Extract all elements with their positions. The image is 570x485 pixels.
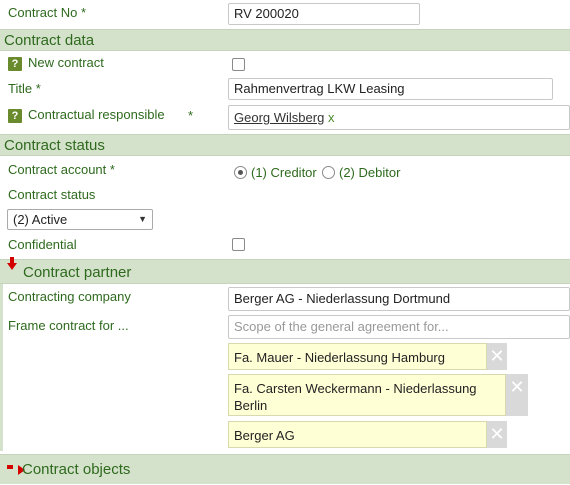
section-title: Contract data: [4, 32, 95, 49]
contract-no-label: Contract No *: [8, 5, 87, 20]
section-contract-partner[interactable]: Contract partner: [0, 257, 570, 284]
new-contract-label: ? New contract: [8, 55, 104, 71]
frame-contract-item: Fa. Carsten Weckermann - Niederlassung B…: [228, 374, 506, 416]
section-contract-objects[interactable]: Contract objects: [0, 454, 570, 484]
account-radio-creditor[interactable]: (1) Creditor: [234, 165, 317, 180]
frame-contract-label: Frame contract for ...: [8, 318, 129, 333]
section-title: Contract objects: [22, 461, 131, 478]
collapse-arrow-icon[interactable]: [7, 257, 17, 275]
section-contract-data[interactable]: Contract data: [0, 29, 570, 51]
dropdown-arrow-icon: ▼: [138, 214, 147, 224]
contracting-company-label: Contracting company: [8, 289, 131, 304]
title-label: Title *: [8, 81, 41, 96]
responsible-label: ? Contractual responsible: [8, 107, 165, 123]
contract-status-label: Contract status: [8, 187, 96, 202]
remove-item-button[interactable]: ✕: [487, 421, 507, 448]
remove-item-button[interactable]: ✕: [506, 374, 528, 416]
contract-status-select[interactable]: (2) Active ▼: [7, 209, 153, 230]
section-title: Contract partner: [23, 264, 132, 281]
section-contract-status[interactable]: Contract status: [0, 134, 570, 156]
required-marker: *: [188, 108, 194, 123]
remove-responsible-button[interactable]: x: [328, 110, 335, 125]
contracting-company-field[interactable]: Berger AG - Niederlassung Dortmund: [228, 287, 570, 311]
frame-contract-search-input[interactable]: Scope of the general agreement for...: [228, 315, 570, 339]
new-contract-checkbox[interactable]: [232, 58, 245, 71]
responsible-person-link[interactable]: Georg Wilsberg: [234, 110, 324, 125]
frame-contract-item: Berger AG: [228, 421, 487, 448]
help-icon[interactable]: ?: [8, 56, 22, 71]
radio-unselected-icon[interactable]: [322, 166, 335, 180]
section-title: Contract status: [4, 137, 105, 154]
frame-contract-item: Fa. Mauer - Niederlassung Hamburg: [228, 343, 487, 370]
contract-no-field[interactable]: RV 200020: [228, 3, 420, 25]
confidential-label: Confidential: [8, 237, 77, 252]
confidential-checkbox[interactable]: [232, 238, 245, 251]
contract-account-label: Contract account *: [8, 162, 115, 177]
title-field[interactable]: Rahmenvertrag LKW Leasing: [228, 78, 553, 100]
remove-item-button[interactable]: ✕: [487, 343, 507, 370]
responsible-field[interactable]: Georg Wilsberg x: [228, 105, 570, 130]
radio-selected-icon[interactable]: [234, 166, 247, 180]
section-left-rail: [0, 284, 3, 451]
account-radio-debitor[interactable]: (2) Debitor: [322, 165, 400, 180]
help-icon[interactable]: ?: [8, 108, 22, 123]
